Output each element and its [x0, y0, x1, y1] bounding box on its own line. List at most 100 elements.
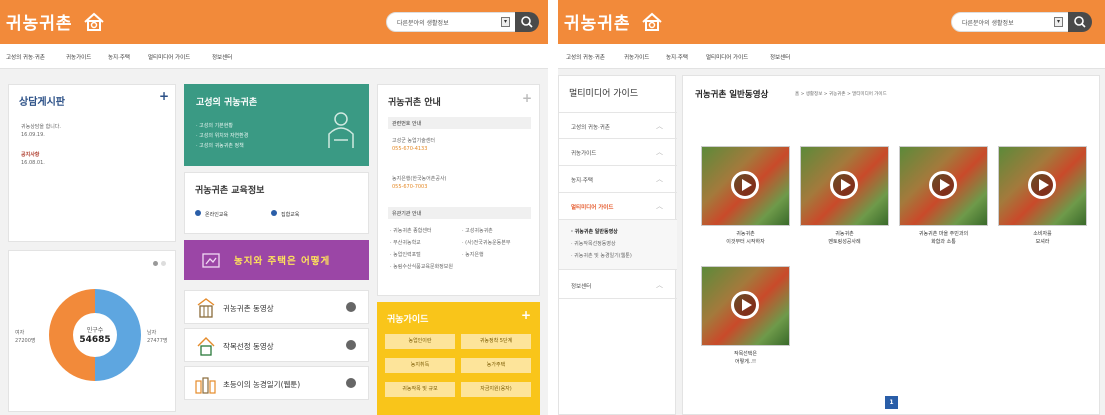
goseong-card[interactable]: 고성의 귀농귀촌 · 고성의 기본현황 · 고성의 위치와 자연환경 · 고성의… — [184, 84, 369, 166]
guide-button[interactable]: 농지취득 — [385, 358, 455, 373]
chevron-up-icon: ︿ — [656, 202, 663, 210]
related-link[interactable]: · 귀농귀촌 종합센터 — [390, 227, 432, 234]
video-caption[interactable]: 이것부터 시작하자 — [701, 238, 790, 246]
nav-item-land-house[interactable]: 농지·주택 — [666, 53, 688, 61]
education-title[interactable]: 귀농귀촌 교육정보 — [195, 183, 264, 196]
plus-icon[interactable]: + — [521, 308, 531, 322]
nav-item-land-house[interactable]: 농지·주택 — [108, 53, 130, 61]
nav-item-multimedia[interactable]: 멀티미디어 가이드 — [148, 53, 190, 61]
house-logo-icon — [84, 12, 104, 31]
video-caption[interactable]: 귀농귀촌 마을 주민과의 — [899, 230, 988, 238]
guide-info-title[interactable]: 귀농귀촌 안내 — [388, 95, 441, 108]
site-search-box[interactable]: 다른분야의 생활정보 ▾ — [951, 12, 1092, 32]
video-caption[interactable]: 어떻게..!! — [701, 358, 790, 366]
notice-title[interactable]: 공지사항 — [21, 151, 39, 158]
video-caption[interactable]: 귀농귀촌 — [701, 230, 790, 238]
sidebar-item-land-house[interactable]: 농지·주택 ︿ — [559, 166, 677, 193]
pagination-page[interactable]: 1 — [885, 396, 898, 409]
chevron-up-icon: ︿ — [656, 122, 663, 130]
related-link[interactable]: · 부산귀농학교 — [390, 239, 421, 246]
nav-item-info-center[interactable]: 정보센터 — [212, 53, 232, 61]
population-panel: 인구수 54685 여자 27200명 남자 27477명 — [8, 250, 176, 412]
sidebar-item-goseong[interactable]: 고성의 귀농·귀촌 ︿ — [559, 112, 677, 139]
play-icon[interactable] — [731, 291, 759, 319]
video-caption[interactable]: 작목선택은 — [701, 350, 790, 358]
sidebar-item-multimedia[interactable]: 멀티미디어 가이드 ︿ — [559, 193, 677, 220]
consult-board-title[interactable]: 상담게시판 — [19, 93, 65, 108]
nav-item-guide[interactable]: 귀농가이드 — [66, 53, 91, 61]
building-icon — [197, 298, 215, 318]
related-link[interactable]: · (사)전국귀농운동본부 — [462, 239, 510, 246]
consult-item-date: 16.09.19. — [21, 132, 45, 138]
nav-item-multimedia[interactable]: 멀티미디어 가이드 — [706, 53, 748, 61]
play-icon[interactable] — [731, 171, 759, 199]
population-total: 54685 — [79, 335, 110, 345]
carousel-dot[interactable] — [161, 261, 166, 266]
play-icon[interactable] — [1028, 171, 1056, 199]
contact-phone[interactable]: 055-670-7003 — [392, 184, 427, 190]
related-link[interactable]: · 농업인력포털 — [390, 251, 421, 258]
goseong-item[interactable]: · 고성의 기본현황 — [196, 122, 233, 129]
video-link-item[interactable]: 귀농귀촌 동영상 — [184, 290, 369, 324]
guide-button[interactable]: 자금지원(융자) — [461, 382, 531, 397]
people-icon — [195, 377, 216, 394]
related-link[interactable]: · 농지은행 — [462, 251, 484, 258]
contact-name: 고성군 농업기술센터 — [392, 138, 435, 144]
people-icon — [328, 112, 354, 148]
notice-date: 16.08.01. — [21, 160, 45, 166]
video-caption[interactable]: 귀농귀촌 — [800, 230, 889, 238]
search-button[interactable] — [515, 12, 539, 32]
guide-button[interactable]: 농업인이란 — [385, 334, 455, 349]
goseong-card-title: 고성의 귀농귀촌 — [196, 98, 258, 108]
land-house-banner[interactable]: 농지와 주택은 어떻게 — [184, 240, 369, 280]
chevron-down-icon[interactable]: ▾ — [1054, 17, 1063, 27]
sidebar-item-guide[interactable]: 귀농가이드 ︿ — [559, 139, 677, 166]
video-caption[interactable]: 멘토링성공사례 — [800, 238, 889, 246]
sidebar-subitem-general[interactable]: · 귀농귀촌 일반동영상 — [571, 228, 618, 235]
chevron-down-icon[interactable]: ▾ — [501, 17, 510, 27]
nav-item-guide[interactable]: 귀농가이드 — [624, 53, 649, 61]
contact-phone[interactable]: 055-670-4133 — [392, 146, 427, 152]
play-icon[interactable] — [830, 171, 858, 199]
goseong-item[interactable]: · 고성의 귀농귀촌 정책 — [196, 142, 244, 149]
multimedia-page-screenshot: 귀농귀촌 다른분야의 생활정보 ▾ 고성의 귀농·귀촌 귀농가이드 농지·주택 … — [558, 0, 1105, 415]
bullet-icon — [195, 210, 201, 216]
video-link-item[interactable]: 초등이의 농경일기(웹툰) — [184, 366, 369, 400]
sidebar-item-info-center[interactable]: 정보센터 ︿ — [559, 272, 677, 299]
related-link[interactable]: · 농림수산식품교육문화정보원 — [390, 263, 460, 271]
online-education-link[interactable]: 온라인교육 — [205, 211, 228, 218]
consult-item-text[interactable]: 귀농상담을 합니다. — [21, 123, 61, 130]
sidebar-subitem-crops[interactable]: · 귀농작목선정동영상 — [571, 240, 616, 247]
plus-icon[interactable]: + — [159, 89, 169, 103]
land-house-banner-text: 농지와 주택은 어떻게 — [234, 256, 331, 267]
guide-button[interactable]: 농가주택 — [461, 358, 531, 373]
play-icon[interactable] — [929, 171, 957, 199]
site-search-box[interactable]: 다른분야의 생활정보 ▾ — [386, 12, 539, 32]
guide-quick-panel: 귀농가이드 + 농업인이란 귀농정착 5단계 농지취득 농가주택 귀농작목 및 … — [377, 302, 540, 415]
carousel-dot-active[interactable] — [153, 261, 158, 266]
related-link[interactable]: · 고성귀농귀촌 — [462, 227, 493, 234]
search-select-text[interactable]: 다른분야의 생활정보 — [397, 18, 449, 27]
contact-name: 농지은행(한국농어촌공사) — [392, 176, 447, 182]
site-logo[interactable]: 귀농귀촌 — [6, 9, 73, 34]
video-caption[interactable]: 화합과 소통 — [899, 238, 988, 246]
nav-item-goseong[interactable]: 고성의 귀농·귀촌 — [566, 53, 605, 61]
nav-item-info-center[interactable]: 정보센터 — [770, 53, 790, 61]
nav-item-goseong[interactable]: 고성의 귀농·귀촌 — [6, 53, 45, 61]
goseong-item[interactable]: · 고성의 위치와 자연환경 — [196, 132, 248, 139]
guide-button[interactable]: 귀농정착 5단계 — [461, 334, 531, 349]
video-link-item[interactable]: 작목선정 동영상 — [184, 328, 369, 362]
house-logo-icon — [642, 12, 662, 31]
video-caption[interactable]: 모셔라 — [998, 238, 1087, 246]
guide-button[interactable]: 귀농작목 및 규모 — [385, 382, 455, 397]
sidebar-subitem-webtoon[interactable]: · 귀농귀촌 및 농경일기(웹툰) — [571, 252, 632, 259]
search-button[interactable] — [1068, 12, 1092, 32]
search-select-text[interactable]: 다른분야의 생활정보 — [962, 18, 1014, 27]
site-logo[interactable]: 귀농귀촌 — [564, 9, 631, 34]
group-education-link[interactable]: 집합교육 — [281, 211, 299, 218]
plus-icon[interactable]: + — [522, 91, 532, 105]
guide-quick-title[interactable]: 귀농가이드 — [387, 312, 428, 325]
video-caption[interactable]: 소비자를 — [998, 230, 1087, 238]
chevron-up-icon: ︿ — [656, 175, 663, 183]
header-bar: 귀농귀촌 다른분야의 생활정보 ▾ — [0, 0, 548, 44]
